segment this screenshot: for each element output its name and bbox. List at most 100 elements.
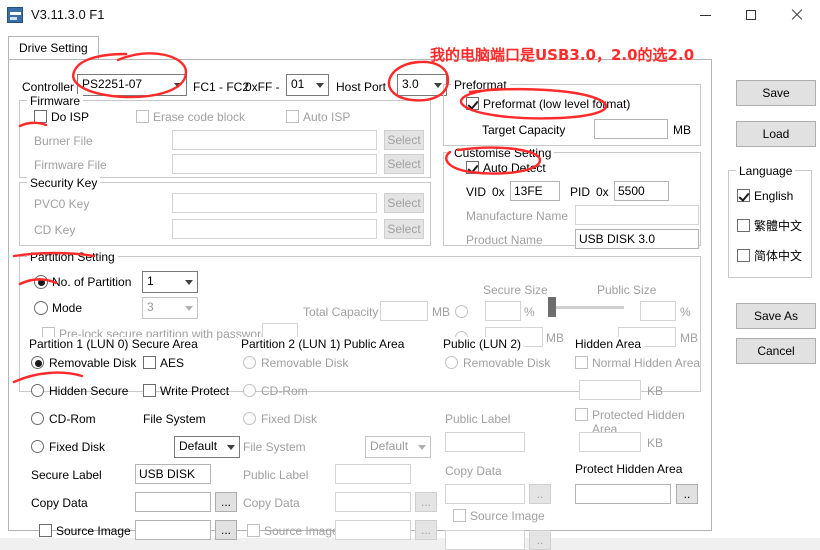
checkbox-box	[737, 189, 750, 202]
preformat-checkbox[interactable]: Preformat (low level format)	[466, 97, 630, 111]
size-slider[interactable]	[548, 297, 632, 317]
part1-aes-checkbox[interactable]: AES	[143, 356, 184, 370]
mode-radio[interactable]: Mode	[34, 301, 82, 315]
language-simplified-checkbox[interactable]: 简体中文	[737, 249, 802, 263]
part1-removable-disk-radio[interactable]: Removable Disk	[31, 356, 136, 370]
close-button[interactable]	[774, 0, 820, 30]
load-button[interactable]: Load	[736, 121, 816, 147]
part2-file-system-label: File System	[243, 440, 306, 454]
part1-copy-data-input[interactable]	[135, 492, 211, 512]
pvc0-key-input[interactable]	[172, 193, 377, 213]
part2-cd-rom-radio[interactable]: CD-Rom	[243, 384, 308, 398]
partition2-legend: Partition 2 (LUN 1) Public Area	[238, 337, 408, 351]
public-lun2-removable-disk-radio[interactable]: Removable Disk	[445, 356, 550, 370]
minimize-button[interactable]	[682, 0, 728, 30]
secure-percent-input[interactable]	[485, 301, 521, 321]
part1-secure-label-input[interactable]	[135, 464, 211, 484]
protected-hidden-area-input[interactable]	[579, 432, 641, 452]
public-lun2-copy-data-browse-button[interactable]: ..	[529, 484, 551, 504]
controller-select-value: PS2251-07	[82, 77, 143, 91]
public-lun2-source-image-checkbox[interactable]: Source Image	[453, 509, 545, 523]
target-capacity-input[interactable]	[594, 119, 668, 139]
radio-box	[445, 356, 458, 369]
checkbox-box	[136, 110, 149, 123]
public-percent-input[interactable]	[640, 301, 676, 321]
part1-write-protect-checkbox[interactable]: Write Protect	[143, 384, 229, 398]
no-of-partition-select[interactable]: 1	[142, 271, 198, 293]
normal-hidden-area-input[interactable]	[579, 380, 641, 400]
public-lun2-public-label-input[interactable]	[445, 432, 525, 452]
auto-detect-checkbox[interactable]: Auto Detect	[466, 161, 546, 175]
cancel-button[interactable]: Cancel	[736, 338, 816, 364]
firmware-file-input[interactable]	[172, 154, 377, 174]
language-group: Language English 繁體中文 简体中文	[728, 164, 812, 278]
public-lun2-copy-data-input[interactable]	[445, 484, 525, 504]
auto-isp-checkbox[interactable]: Auto ISP	[286, 110, 350, 124]
part1-hidden-secure-radio[interactable]: Hidden Secure	[31, 384, 128, 398]
save-as-button[interactable]: Save As	[736, 303, 816, 329]
language-traditional-label: 繁體中文	[754, 219, 803, 233]
tab-drive-setting[interactable]: Drive Setting	[8, 36, 99, 60]
checkbox-box	[34, 110, 47, 123]
part1-source-image-checkbox[interactable]: Source Image	[39, 524, 131, 538]
burner-file-input[interactable]	[172, 130, 377, 150]
part1-write-protect-label: Write Protect	[160, 384, 230, 398]
part2-fixed-disk-radio[interactable]: Fixed Disk	[243, 412, 317, 426]
part2-source-image-checkbox[interactable]: Source Image	[247, 524, 339, 538]
public-lun2-legend: Public (LUN 2)	[440, 337, 525, 351]
pid-input[interactable]	[614, 181, 669, 201]
controller-select[interactable]: PS2251-07	[77, 74, 187, 96]
erase-code-block-checkbox[interactable]: Erase code block	[136, 110, 245, 124]
do-isp-checkbox[interactable]: Do ISP	[34, 110, 89, 124]
radio-box	[31, 412, 44, 425]
language-traditional-checkbox[interactable]: 繁體中文	[737, 219, 802, 233]
part2-copy-data-input[interactable]	[335, 492, 411, 512]
normal-hidden-area-checkbox[interactable]: Normal Hidden Area	[575, 356, 700, 370]
radio-box	[34, 275, 48, 289]
manufacture-name-input[interactable]	[575, 205, 699, 225]
chevron-down-icon	[418, 445, 426, 450]
maximize-button[interactable]	[728, 0, 774, 30]
total-capacity-input[interactable]	[380, 301, 428, 321]
mode-select[interactable]: 3	[142, 297, 198, 319]
protect-hidden-area-browse-button[interactable]: ..	[676, 484, 698, 504]
part2-file-system-select[interactable]: Default	[365, 436, 431, 458]
radio-box	[243, 412, 256, 425]
language-simplified-label: 简体中文	[754, 249, 803, 263]
public-size-label: Public Size	[597, 283, 657, 297]
no-of-partition-radio[interactable]: No. of Partition	[34, 275, 131, 289]
security-key-legend: Security Key	[27, 176, 101, 190]
total-capacity-unit: MB	[432, 305, 450, 319]
part1-source-image-input[interactable]	[135, 520, 211, 540]
mode-value: 3	[147, 300, 154, 314]
part1-fixed-disk-radio[interactable]: Fixed Disk	[31, 440, 105, 454]
chevron-down-icon	[174, 83, 182, 88]
fc-select[interactable]: 01	[286, 74, 329, 96]
cd-key-input[interactable]	[172, 219, 377, 239]
slider-thumb[interactable]	[548, 297, 556, 317]
part1-file-system-label: File System	[143, 412, 206, 426]
part2-fixed-disk-label: Fixed Disk	[261, 412, 318, 426]
part2-removable-disk-radio[interactable]: Removable Disk	[243, 356, 348, 370]
save-button[interactable]: Save	[736, 80, 816, 106]
public-lun2-group: Public (LUN 2) Removable Disk Public Lab…	[433, 337, 571, 550]
normal-hidden-area-label: Normal Hidden Area	[592, 356, 701, 370]
public-lun2-source-image-browse-button[interactable]: ..	[529, 530, 551, 550]
host-port-select[interactable]: 3.0	[397, 74, 447, 96]
part2-public-label-input[interactable]	[335, 464, 411, 484]
part1-cd-rom-radio[interactable]: CD-Rom	[31, 412, 96, 426]
language-english-checkbox[interactable]: English	[737, 189, 793, 203]
pvc0-key-select-button[interactable]: Select	[384, 193, 424, 213]
product-name-input[interactable]	[575, 229, 699, 249]
public-lun2-source-image-input[interactable]	[445, 530, 525, 550]
part2-source-image-input[interactable]	[335, 520, 411, 540]
cd-key-select-button[interactable]: Select	[384, 219, 424, 239]
radio-box	[31, 356, 44, 369]
total-capacity-label: Total Capacity	[303, 305, 379, 319]
vid-prefix: 0x	[492, 185, 505, 199]
protect-hidden-area-input[interactable]	[575, 484, 671, 504]
vid-input[interactable]	[510, 181, 560, 201]
firmware-file-select-button[interactable]: Select	[384, 154, 424, 174]
burner-file-select-button[interactable]: Select	[384, 130, 424, 150]
protect-hidden-area-label: Protect Hidden Area	[575, 462, 683, 476]
